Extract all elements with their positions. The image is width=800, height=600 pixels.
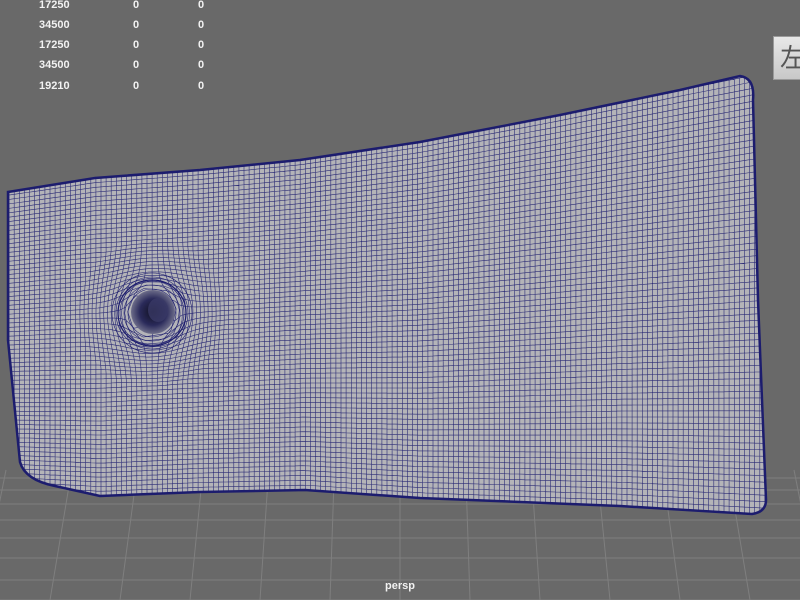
- view-cube[interactable]: 左: [773, 36, 800, 80]
- camera-name-label: persp: [385, 580, 415, 592]
- hud-row: 19210 0 0: [0, 79, 220, 93]
- hud-row: 34500 0 0: [0, 18, 220, 32]
- view-cube-label: 左: [780, 44, 800, 74]
- hud-value: 0: [133, 80, 140, 92]
- hud-row: 17250 0 0: [0, 38, 220, 52]
- hud-value: 34500: [39, 19, 70, 31]
- hud-value: 0: [198, 0, 205, 11]
- hud-value: 0: [133, 0, 140, 11]
- hud-value: 0: [198, 80, 205, 92]
- hud-value: 0: [198, 39, 205, 51]
- hud-row: 17250 0 0: [0, 0, 220, 12]
- hud-value: 0: [198, 59, 205, 71]
- hud-value: 17250: [39, 0, 70, 11]
- hud-value: 0: [198, 19, 205, 31]
- mesh-object[interactable]: [4, 74, 770, 516]
- hud-value: 34500: [39, 59, 70, 71]
- hud-row: 34500 0 0: [0, 58, 220, 72]
- hud-value: 0: [133, 59, 140, 71]
- hud-value: 19210: [39, 80, 70, 92]
- hud-value: 0: [133, 19, 140, 31]
- hud-value: 17250: [39, 39, 70, 51]
- hud-value: 0: [133, 39, 140, 51]
